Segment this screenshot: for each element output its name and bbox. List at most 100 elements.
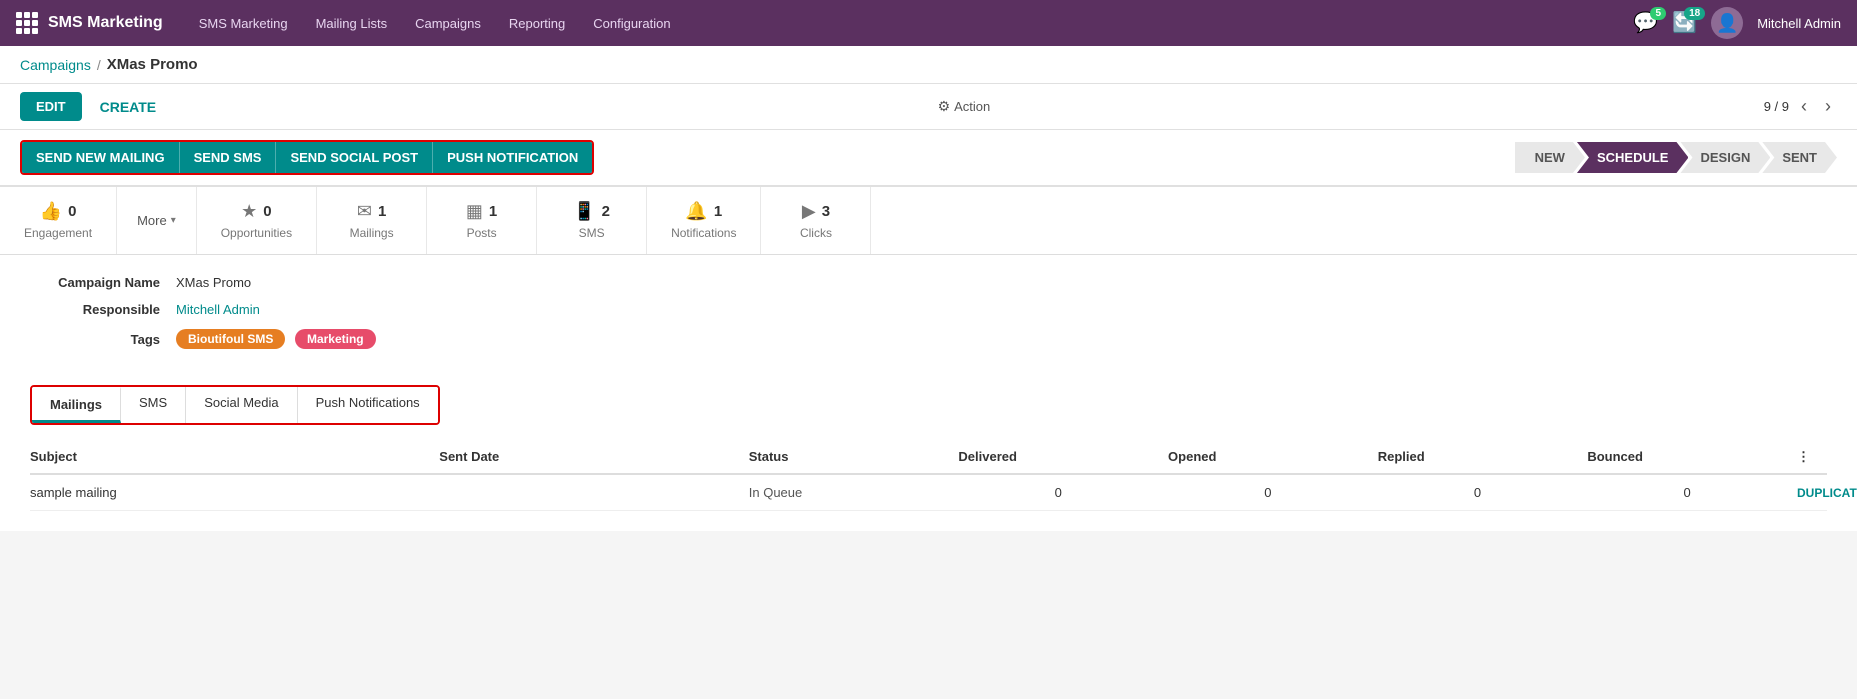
tab-sms[interactable]: SMS bbox=[121, 387, 186, 423]
posts-num: 1 bbox=[489, 203, 497, 220]
opportunities-label: Opportunities bbox=[221, 226, 292, 240]
sms-num: 2 bbox=[602, 203, 610, 220]
opportunities-icon: ★ bbox=[241, 201, 257, 222]
breadcrumb-parent[interactable]: Campaigns bbox=[20, 57, 91, 73]
stat-clicks[interactable]: ▶ 3 Clicks bbox=[761, 187, 871, 254]
topnav-right: 💬 5 🔄 18 👤 Mitchell Admin bbox=[1633, 7, 1841, 39]
responsible-label: Responsible bbox=[30, 302, 160, 317]
col-replied: Replied bbox=[1378, 449, 1578, 465]
stat-sms[interactable]: 📱 2 SMS bbox=[537, 187, 647, 254]
clicks-icon: ▶ bbox=[802, 201, 816, 222]
breadcrumb-current: XMas Promo bbox=[107, 56, 198, 73]
clicks-num: 3 bbox=[822, 203, 830, 220]
duplicate-button[interactable]: DUPLICATE bbox=[1797, 486, 1827, 500]
stage-bar: NEW SCHEDULE DESIGN SENT bbox=[1515, 142, 1837, 173]
smart-button-group: SEND NEW MAILING SEND SMS SEND SOCIAL PO… bbox=[20, 140, 594, 175]
main-content: Campaign Name XMas Promo Responsible Mit… bbox=[0, 255, 1857, 531]
campaign-name-value: XMas Promo bbox=[176, 275, 251, 290]
sms-icon: 📱 bbox=[573, 201, 595, 222]
notifications-icon: 🔔 bbox=[685, 201, 707, 222]
tags-container: Bioutifoul SMS Marketing bbox=[176, 329, 382, 349]
edit-button[interactable]: EDIT bbox=[20, 92, 82, 121]
stat-notifications[interactable]: 🔔 1 Notifications bbox=[647, 187, 761, 254]
col-delivered: Delivered bbox=[958, 449, 1158, 465]
nav-reporting[interactable]: Reporting bbox=[497, 10, 577, 37]
engagement-label: Engagement bbox=[24, 226, 92, 240]
nav-mailing-lists[interactable]: Mailing Lists bbox=[304, 10, 400, 37]
campaign-name-label: Campaign Name bbox=[30, 275, 160, 290]
user-name[interactable]: Mitchell Admin bbox=[1757, 16, 1841, 31]
action-label: Action bbox=[954, 99, 990, 114]
smart-button-bar: SEND NEW MAILING SEND SMS SEND SOCIAL PO… bbox=[0, 130, 1857, 187]
mailings-icon: ✉ bbox=[357, 201, 372, 222]
send-new-mailing-button[interactable]: SEND NEW MAILING bbox=[22, 142, 180, 173]
send-sms-button[interactable]: SEND SMS bbox=[180, 142, 277, 173]
row-subject[interactable]: sample mailing bbox=[30, 485, 429, 500]
mailings-table: Subject Sent Date Status Delivered Opene… bbox=[30, 441, 1827, 511]
action-link[interactable]: ⚙ Action bbox=[938, 98, 991, 115]
row-opened: 0 bbox=[1168, 485, 1368, 500]
create-button[interactable]: CREATE bbox=[92, 95, 165, 119]
engagement-num: 0 bbox=[68, 203, 76, 220]
more-label: More bbox=[137, 213, 167, 228]
breadcrumb: Campaigns / XMas Promo bbox=[0, 46, 1857, 84]
nav-menu: SMS Marketing Mailing Lists Campaigns Re… bbox=[187, 10, 1634, 37]
col-sent-date: Sent Date bbox=[439, 449, 738, 465]
row-delivered: 0 bbox=[958, 485, 1158, 500]
app-logo[interactable]: SMS Marketing bbox=[16, 12, 163, 34]
stage-design[interactable]: DESIGN bbox=[1680, 142, 1770, 173]
stats-row: 👍 0 Engagement More ▾ ★ 0 Opportunities … bbox=[0, 187, 1857, 255]
stage-schedule[interactable]: SCHEDULE bbox=[1577, 142, 1689, 173]
prev-button[interactable]: ‹ bbox=[1795, 94, 1813, 119]
stat-posts[interactable]: ▦ 1 Posts bbox=[427, 187, 537, 254]
posts-label: Posts bbox=[467, 226, 497, 240]
activities-badge: 18 bbox=[1684, 7, 1705, 20]
nav-campaigns[interactable]: Campaigns bbox=[403, 10, 493, 37]
responsible-value[interactable]: Mitchell Admin bbox=[176, 302, 260, 317]
activities-icon-badge[interactable]: 🔄 18 bbox=[1672, 13, 1697, 33]
tab-push-notifications[interactable]: Push Notifications bbox=[298, 387, 438, 423]
tabs-container: Mailings SMS Social Media Push Notificat… bbox=[30, 385, 440, 425]
chevron-down-icon: ▾ bbox=[171, 215, 176, 226]
col-bounced: Bounced bbox=[1587, 449, 1787, 465]
form-fields: Campaign Name XMas Promo Responsible Mit… bbox=[30, 275, 1827, 349]
next-button[interactable]: › bbox=[1819, 94, 1837, 119]
tab-social-media[interactable]: Social Media bbox=[186, 387, 297, 423]
table-header: Subject Sent Date Status Delivered Opene… bbox=[30, 441, 1827, 475]
row-status: In Queue bbox=[749, 485, 949, 500]
push-notification-button[interactable]: PUSH NOTIFICATION bbox=[433, 142, 592, 173]
nav-configuration[interactable]: Configuration bbox=[581, 10, 682, 37]
breadcrumb-separator: / bbox=[97, 57, 101, 73]
stat-opportunities[interactable]: ★ 0 Opportunities bbox=[197, 187, 317, 254]
sms-label: SMS bbox=[579, 226, 605, 240]
engagement-icon: 👍 bbox=[40, 201, 62, 222]
stat-more[interactable]: More ▾ bbox=[117, 187, 197, 254]
row-replied: 0 bbox=[1378, 485, 1578, 500]
posts-icon: ▦ bbox=[466, 201, 483, 222]
messages-badge: 5 bbox=[1650, 7, 1666, 20]
campaign-name-row: Campaign Name XMas Promo bbox=[30, 275, 1827, 290]
tag-marketing[interactable]: Marketing bbox=[295, 329, 376, 349]
stage-sent[interactable]: SENT bbox=[1762, 142, 1837, 173]
notifications-label: Notifications bbox=[671, 226, 736, 240]
top-navigation: SMS Marketing SMS Marketing Mailing List… bbox=[0, 0, 1857, 46]
clicks-label: Clicks bbox=[800, 226, 832, 240]
col-status: Status bbox=[749, 449, 949, 465]
send-social-post-button[interactable]: SEND SOCIAL POST bbox=[276, 142, 433, 173]
tab-mailings[interactable]: Mailings bbox=[32, 387, 121, 423]
mailings-num: 1 bbox=[378, 203, 386, 220]
col-opened: Opened bbox=[1168, 449, 1368, 465]
user-avatar[interactable]: 👤 bbox=[1711, 7, 1743, 39]
grid-icon bbox=[16, 12, 38, 34]
stat-engagement[interactable]: 👍 0 Engagement bbox=[0, 187, 117, 254]
pagination: 9 / 9 ‹ › bbox=[1764, 94, 1837, 119]
messages-icon-badge[interactable]: 💬 5 bbox=[1633, 13, 1658, 33]
responsible-row: Responsible Mitchell Admin bbox=[30, 302, 1827, 317]
stage-new[interactable]: NEW bbox=[1515, 142, 1585, 173]
tags-label: Tags bbox=[30, 332, 160, 347]
app-name: SMS Marketing bbox=[48, 14, 163, 32]
col-subject: Subject bbox=[30, 449, 429, 465]
nav-sms-marketing[interactable]: SMS Marketing bbox=[187, 10, 300, 37]
tag-bioutifoul[interactable]: Bioutifoul SMS bbox=[176, 329, 285, 349]
stat-mailings[interactable]: ✉ 1 Mailings bbox=[317, 187, 427, 254]
